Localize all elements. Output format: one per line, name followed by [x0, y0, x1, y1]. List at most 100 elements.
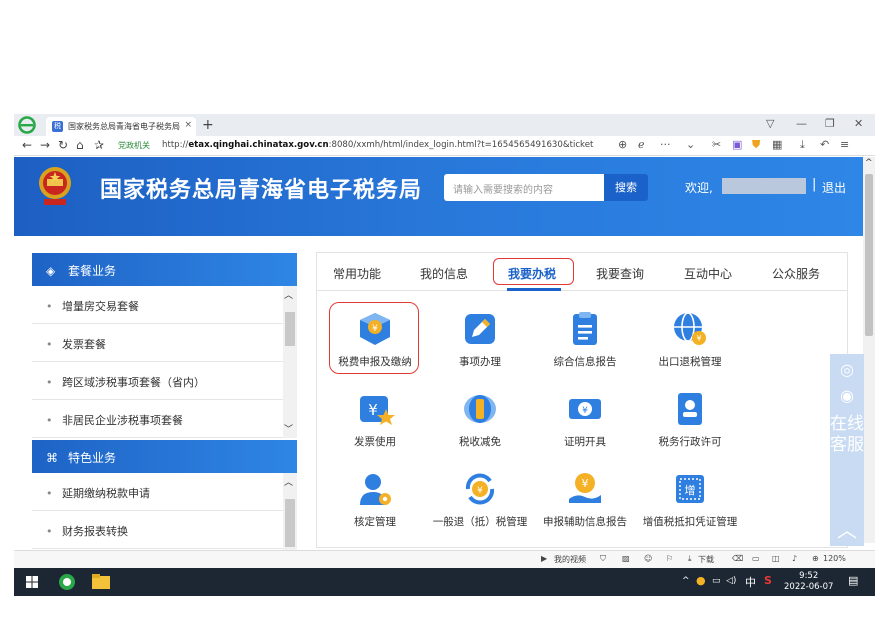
function-label: 税收减免	[459, 436, 501, 448]
function-aux-info-report[interactable]: ¥ 申报辅助信息报告	[535, 469, 635, 549]
download-icon[interactable]: ⤓	[800, 138, 805, 152]
browser-taskbar-icon[interactable]	[58, 573, 76, 591]
file-explorer-icon[interactable]	[92, 574, 110, 590]
bullet-icon: •	[46, 525, 53, 538]
function-verification[interactable]: 核定管理	[325, 469, 425, 549]
network-icon[interactable]: ▭	[712, 576, 721, 586]
zoom-icon: ⊕	[812, 554, 819, 563]
tab-interaction[interactable]: 互动中心	[684, 265, 732, 282]
system-clock[interactable]: 9:52 2022-06-07	[784, 571, 833, 593]
tab-public-service[interactable]: 公众服务	[772, 265, 820, 282]
home-icon[interactable]: ⌂	[76, 138, 84, 152]
sidebar-package-header[interactable]: ◈ 套餐业务	[32, 253, 297, 286]
sidebar-feature-title: 特色业务	[68, 451, 117, 465]
sidebar-scroll-thumb-2[interactable]	[285, 499, 295, 547]
tab-my-info[interactable]: 我的信息	[420, 265, 468, 282]
notification-icon[interactable]: ▤	[848, 574, 858, 587]
download-link[interactable]: 下载	[698, 554, 714, 565]
apps-grid-icon[interactable]: ▦	[772, 138, 782, 151]
back-to-top-icon[interactable]: ︿	[830, 514, 864, 543]
function-matter-handling[interactable]: 事项办理	[430, 309, 530, 389]
sidebar-item[interactable]: • 跨区域涉税事项套餐（省内）	[32, 362, 297, 400]
sidebar-item[interactable]: • 增量房交易套餐	[32, 286, 297, 324]
window-icon[interactable]: ◫	[772, 554, 780, 563]
ie-mode-icon[interactable]: ℯ	[638, 138, 645, 151]
function-vat-voucher[interactable]: 增 增值税抵扣凭证管理	[640, 469, 740, 549]
emoji-icon[interactable]: ☺	[644, 554, 652, 563]
sidebar-item[interactable]: • 财务报表转换	[32, 511, 297, 549]
function-export-refund[interactable]: ¥ 出口退税管理	[640, 309, 740, 389]
back-icon[interactable]: ←	[22, 138, 32, 152]
new-tab-button[interactable]: +	[202, 117, 214, 133]
bullet-icon: •	[46, 300, 53, 313]
cleanup-icon[interactable]: ⌫	[732, 554, 743, 563]
highlight-box	[329, 302, 419, 374]
sidebar-item[interactable]: • 延期缴纳税款申请	[32, 473, 297, 511]
forward-icon[interactable]: →	[40, 138, 50, 152]
wechat-icon[interactable]: ◎	[830, 360, 864, 379]
function-admin-license[interactable]: 税务行政许可	[640, 389, 740, 469]
logout-link[interactable]: 退出	[822, 179, 846, 196]
browser-logo-icon[interactable]	[18, 116, 36, 134]
ime-indicator[interactable]: 中	[745, 574, 756, 590]
minimize-icon[interactable]: —	[796, 117, 807, 130]
welcome-text: 欢迎,	[685, 181, 713, 195]
search-input[interactable]: 请输入需要搜索的内容	[444, 174, 604, 201]
close-window-icon[interactable]: ✕	[854, 117, 863, 130]
scroll-up-icon[interactable]: ︿	[284, 288, 293, 301]
image-icon[interactable]: ▨	[622, 554, 630, 563]
sidebar-feature-header[interactable]: ⌘ 特色业务	[32, 440, 297, 473]
volume-icon[interactable]: ♪	[792, 554, 797, 563]
sogou-icon[interactable]: S	[764, 574, 772, 587]
url-field[interactable]: http://etax.qinghai.chinatax.gov.cn:8080…	[162, 140, 593, 150]
scroll-up-icon[interactable]: ︿	[284, 475, 293, 488]
windows-taskbar: ^ ● ▭ ◁) 中 S 9:52 2022-06-07 ▤	[14, 568, 875, 596]
search-button[interactable]: 搜索	[604, 174, 648, 201]
scroll-down-icon[interactable]: ﹀	[284, 422, 293, 435]
function-invoice-use[interactable]: ¥ 发票使用	[325, 389, 425, 469]
extension-icon[interactable]: ▣	[732, 138, 742, 151]
online-service-link[interactable]: 在线客服	[830, 414, 864, 456]
weibo-icon[interactable]: ◉	[830, 386, 864, 405]
sidebar-item[interactable]: • 非居民企业涉税事项套餐	[32, 400, 297, 438]
function-label: 证明开具	[564, 436, 606, 448]
bookmark-star-icon[interactable]: ✰	[94, 138, 104, 152]
dropdown-icon[interactable]: ⌄	[686, 138, 695, 151]
speaker-icon[interactable]: ◁)	[726, 576, 736, 586]
my-video-link[interactable]: 我的视频	[554, 554, 586, 565]
shield-status-icon[interactable]: ⛉	[600, 554, 606, 564]
tab-query[interactable]: 我要查询	[596, 265, 644, 282]
url-host: etax.qinghai.chinatax.gov.cn	[188, 140, 329, 150]
tax-relief-icon	[464, 395, 496, 423]
restore-icon[interactable]: ❐	[825, 117, 835, 130]
clipboard-icon	[573, 312, 597, 345]
page-scroll-thumb[interactable]	[865, 174, 873, 336]
tab-close-icon[interactable]: ×	[184, 120, 192, 130]
tray-app-icon[interactable]: ●	[696, 574, 706, 587]
username-redacted	[722, 178, 806, 194]
tab-common[interactable]: 常用功能	[333, 265, 381, 282]
scroll-up-icon[interactable]: ^	[865, 158, 873, 168]
function-tax-relief[interactable]: 税收减免	[430, 389, 530, 469]
windows-start-icon[interactable]	[26, 576, 38, 588]
skin-icon[interactable]: ▽	[766, 117, 774, 130]
zoom-search-icon[interactable]: ⊕	[618, 138, 627, 151]
cut-icon[interactable]: ✂	[712, 138, 721, 151]
refresh-icon[interactable]: ↻	[58, 138, 68, 152]
tray-up-icon[interactable]: ^	[682, 576, 690, 586]
browser-tab[interactable]: 税 国家税务总局青海省电子税务局 ×	[46, 117, 196, 136]
shield-icon[interactable]: ⛊	[752, 138, 760, 152]
sidebar-item[interactable]: • 发票套餐	[32, 324, 297, 362]
sidebar-scroll-thumb[interactable]	[285, 312, 295, 346]
function-info-report[interactable]: 综合信息报告	[535, 309, 635, 389]
sidebar-scrollbar[interactable]	[283, 286, 297, 438]
zoom-level[interactable]: 120%	[823, 554, 846, 563]
note-icon[interactable]: ▭	[752, 554, 760, 563]
globe-icon: ¥	[674, 312, 706, 345]
function-general-refund[interactable]: ¥ 一般退（抵）税管理	[430, 469, 530, 549]
function-certificate[interactable]: ¥ 证明开具	[535, 389, 635, 469]
more-icon[interactable]: ···	[660, 138, 671, 151]
menu-icon[interactable]: ≡	[840, 138, 849, 151]
speed-icon[interactable]: ⚐	[666, 554, 673, 563]
undo-icon[interactable]: ↶	[820, 138, 829, 151]
